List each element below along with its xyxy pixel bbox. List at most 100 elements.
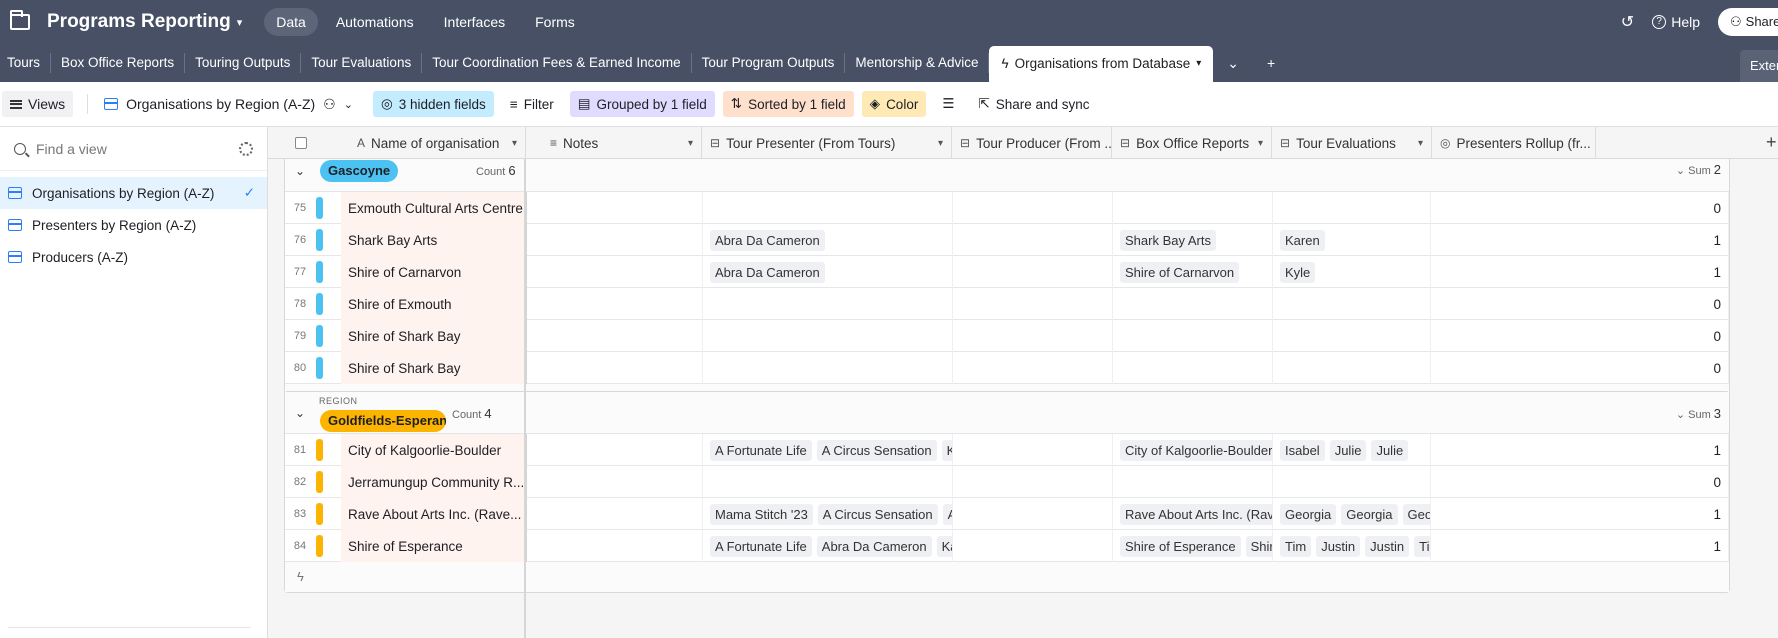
tour-producer-cell[interactable] (953, 434, 1113, 466)
tab-box-office-reports[interactable]: Box Office Reports (51, 53, 186, 73)
column-header-tour-producer[interactable]: ⊟ Tour Producer (From ... ▾ (952, 127, 1112, 159)
linked-record-chip[interactable]: Georgia (1402, 503, 1430, 525)
tour-evaluations-cell[interactable] (1273, 288, 1431, 320)
linked-record-chip[interactable]: Kyle (1280, 261, 1316, 283)
sidebar-view-presenters-by-region[interactable]: Presenters by Region (A-Z) (0, 209, 267, 241)
notes-cell[interactable] (543, 466, 703, 498)
tab-tour-coordination-fees[interactable]: Tour Coordination Fees & Earned Income (422, 53, 692, 73)
find-view-input[interactable] (36, 140, 216, 157)
presenters-rollup-cell[interactable]: 1 (1431, 256, 1729, 288)
linked-record-chip[interactable]: Tim (1414, 535, 1430, 557)
notes-cell[interactable] (543, 352, 703, 384)
sort-button[interactable]: ⇅ Sorted by 1 field (722, 91, 854, 117)
linked-record-chip[interactable]: Georgia (1280, 503, 1337, 525)
select-all-checkbox[interactable] (295, 137, 307, 149)
organisation-name-cell[interactable]: Shire of Carnarvon (341, 256, 527, 288)
organisation-name-cell[interactable]: Shire of Exmouth (341, 288, 527, 320)
tour-evaluations-cell[interactable]: GeorgiaGeorgiaGeorgia (1273, 498, 1431, 530)
chevron-down-icon[interactable]: ▾ (237, 16, 243, 29)
tour-producer-cell[interactable] (953, 288, 1113, 320)
linked-record-chip[interactable]: Julie (1329, 439, 1367, 461)
chevron-down-icon[interactable]: ▾ (1196, 46, 1201, 82)
help-button[interactable]: ? Help (1652, 14, 1700, 30)
table-row[interactable]: 84 Shire of Esperance A Fortunate Life Abra… (285, 530, 1729, 562)
linked-record-chip[interactable]: Kalyakoorl (936, 535, 952, 557)
group-header[interactable]: ⌄ REGION Goldfields-Esperance Count4 ⌄ S… (285, 392, 1729, 434)
table-row[interactable]: 78 Shire of Exmouth 0 (285, 288, 1729, 320)
tour-presenter-cell[interactable]: A Fortunate LifeAbra Da CameronKalyakoor… (703, 530, 953, 562)
presenters-rollup-cell[interactable]: 1 (1431, 224, 1729, 256)
tour-presenter-cell[interactable]: Abra Da Cameron (703, 256, 953, 288)
presenters-rollup-cell[interactable]: 1 (1431, 530, 1729, 562)
box-office-cell[interactable] (1113, 466, 1273, 498)
organisation-name-cell[interactable]: Shire of Shark Bay (341, 320, 527, 352)
sidebar-view-organisations-by-region[interactable]: Organisations by Region (A-Z) ✓ (0, 177, 267, 209)
nav-data[interactable]: Data (264, 8, 318, 36)
chevron-down-icon[interactable]: ▾ (512, 138, 517, 149)
box-office-cell[interactable]: Shire of EsperanceShire of E (1113, 530, 1273, 562)
linked-record-chip[interactable]: Shire of E (1245, 535, 1272, 557)
table-row[interactable]: 81 City of Kalgoorlie-Boulder A Fortunate … (285, 434, 1729, 466)
linked-record-chip[interactable]: Kalyakoorl (941, 439, 952, 461)
linked-record-chip[interactable]: A Circus Sensation (817, 503, 938, 525)
table-row[interactable]: 76 Shark Bay Arts Abra Da Cameron Shark Bay… (285, 224, 1729, 256)
linked-record-chip[interactable]: An AWES (942, 503, 952, 525)
nav-automations[interactable]: Automations (324, 8, 426, 36)
tour-producer-cell[interactable] (953, 192, 1113, 224)
tour-producer-cell[interactable] (953, 224, 1113, 256)
row-height-button[interactable]: ☰ (934, 91, 962, 117)
tab-tour-program-outputs[interactable]: Tour Program Outputs (692, 53, 846, 73)
tour-evaluations-cell[interactable] (1273, 192, 1431, 224)
linked-record-chip[interactable]: Abra Da Cameron (710, 261, 825, 283)
table-row[interactable]: 79 Shire of Shark Bay 0 (285, 320, 1729, 352)
filter-button[interactable]: ≡ Filter (502, 92, 562, 117)
tab-organisations-from-database[interactable]: ϟ Organisations from Database ▾ (989, 46, 1214, 82)
linked-record-chip[interactable]: A Circus Sensation (816, 439, 937, 461)
share-button[interactable]: ⚇ Share (1718, 8, 1778, 36)
box-office-cell[interactable]: Rave About Arts Inc. (Ravenst (1113, 498, 1273, 530)
column-header-presenters-rollup[interactable]: ◎ Presenters Rollup (fr... ▾ (1432, 127, 1596, 159)
presenters-rollup-cell[interactable]: 0 (1431, 466, 1729, 498)
notes-cell[interactable] (543, 224, 703, 256)
tour-presenter-cell[interactable] (703, 288, 953, 320)
linked-record-chip[interactable]: Abra Da Cameron (816, 535, 932, 557)
bolt-icon[interactable]: ϟ (297, 569, 304, 584)
tour-evaluations-cell[interactable]: Karen (1273, 224, 1431, 256)
tour-evaluations-cell[interactable] (1273, 352, 1431, 384)
views-toggle-button[interactable]: Views (2, 91, 74, 117)
linked-record-chip[interactable]: Justin (1365, 535, 1410, 557)
gear-icon[interactable] (239, 141, 253, 156)
tour-evaluations-cell[interactable]: TimJustinJustinTimTim (1273, 530, 1431, 562)
add-table-plus-icon[interactable]: + (1253, 55, 1289, 71)
notes-cell[interactable] (543, 256, 703, 288)
notes-cell[interactable] (543, 288, 703, 320)
tour-presenter-cell[interactable] (703, 352, 953, 384)
tour-evaluations-cell[interactable]: Isabel Julie Julie (1273, 434, 1431, 466)
linked-record-chip[interactable]: City of Kalgoorlie-Boulder (1120, 439, 1272, 461)
chevron-down-icon[interactable]: ▾ (688, 138, 693, 149)
linked-record-chip[interactable]: Justin (1316, 535, 1361, 557)
presenters-rollup-cell[interactable]: 1 (1431, 434, 1729, 466)
tour-presenter-cell[interactable] (703, 466, 953, 498)
presenters-rollup-cell[interactable]: 0 (1431, 192, 1729, 224)
linked-record-chip[interactable]: Shire of Esperance (1120, 535, 1241, 557)
linked-record-chip[interactable]: Shire of Carnarvon (1120, 261, 1240, 283)
linked-record-chip[interactable]: Isabel (1280, 439, 1325, 461)
column-header-tour-evaluations[interactable]: ⊟ Tour Evaluations ▾ (1272, 127, 1432, 159)
linked-record-chip[interactable]: A Fortunate Life (710, 535, 812, 557)
box-office-cell[interactable]: Shark Bay Arts (1113, 224, 1273, 256)
tour-producer-cell[interactable] (953, 498, 1113, 530)
organisation-name-cell[interactable]: Rave About Arts Inc. (Rave... (341, 498, 527, 530)
folder-icon[interactable] (10, 10, 30, 30)
tour-presenter-cell[interactable] (703, 320, 953, 352)
linked-record-chip[interactable]: Tim (1280, 535, 1312, 557)
organisation-name-cell[interactable]: Exmouth Cultural Arts Centre (341, 192, 527, 224)
current-view-button[interactable]: Organisations by Region (A-Z) ⚇ ⌄ (104, 96, 353, 113)
tour-presenter-cell[interactable] (703, 192, 953, 224)
tab-tour-evaluations[interactable]: Tour Evaluations (301, 53, 423, 73)
column-header-box-office[interactable]: ⊟ Box Office Reports ▾ (1112, 127, 1272, 159)
tab-mentorship-advice[interactable]: Mentorship & Advice (845, 53, 990, 73)
tab-tours[interactable]: Tours (0, 53, 52, 73)
table-row[interactable]: 75 Exmouth Cultural Arts Centre 0 (285, 192, 1729, 224)
tour-evaluations-cell[interactable]: Kyle (1273, 256, 1431, 288)
